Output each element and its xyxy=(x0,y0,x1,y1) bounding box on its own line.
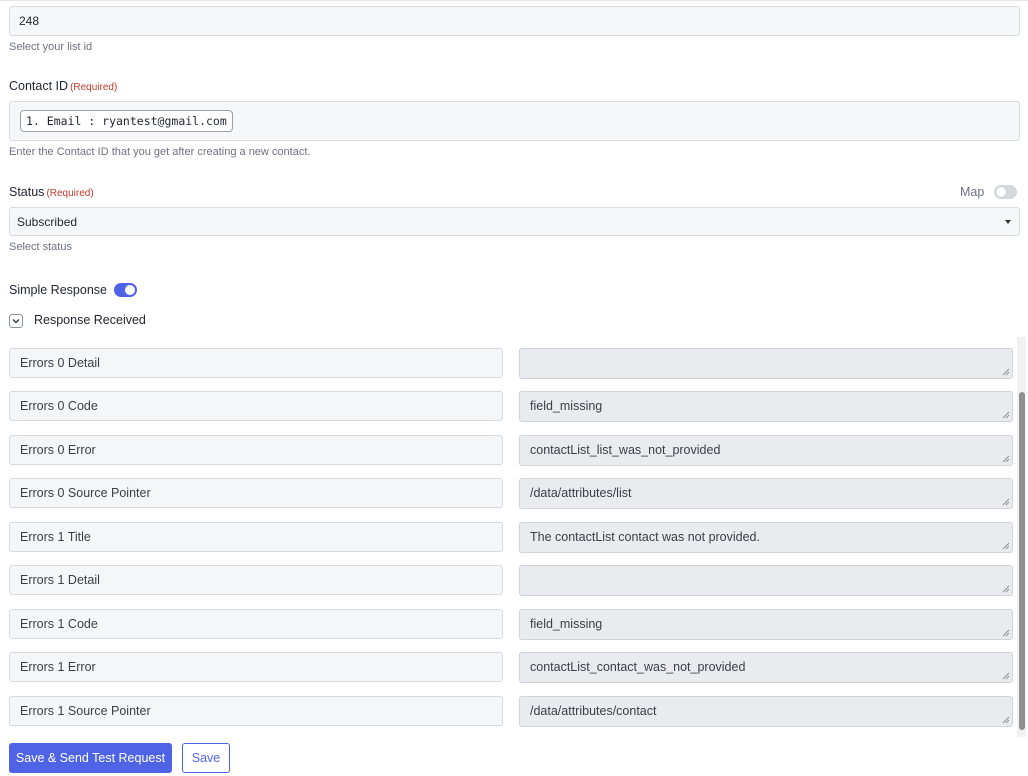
response-key: Errors 0 Error xyxy=(9,435,503,465)
chevron-down-icon xyxy=(12,319,20,324)
response-value[interactable]: field_missing xyxy=(519,391,1013,422)
response-received-label: Response Received xyxy=(34,313,146,327)
status-label: Status (Required) xyxy=(9,185,94,199)
response-key: Errors 1 Code xyxy=(9,609,503,639)
response-received-collapse-button[interactable] xyxy=(9,314,23,328)
contact-id-label: Contact ID (Required) xyxy=(9,79,117,93)
response-value[interactable]: /data/attributes/contact xyxy=(519,696,1013,727)
response-key: Errors 1 Title xyxy=(9,522,503,552)
response-key: Errors 1 Error xyxy=(9,652,503,682)
simple-response-toggle[interactable] xyxy=(114,283,137,297)
map-label: Map xyxy=(960,185,985,199)
response-value[interactable]: field_missing xyxy=(519,609,1013,640)
response-value-text: field_missing xyxy=(530,399,603,413)
resize-grip-icon[interactable] xyxy=(1002,672,1010,680)
response-key: Errors 1 Detail xyxy=(9,565,503,595)
response-value[interactable]: The contactList contact was not provided… xyxy=(519,522,1013,553)
response-value-text: contactList_list_was_not_provided xyxy=(530,443,721,457)
response-value-text: /data/attributes/contact xyxy=(530,704,657,718)
resize-grip-icon[interactable] xyxy=(1002,716,1010,724)
status-selected-value: Subscribed xyxy=(17,215,78,229)
save-button[interactable]: Save xyxy=(182,743,230,773)
response-key: Errors 0 Code xyxy=(9,391,503,421)
required-marker: (Required) xyxy=(46,188,94,199)
contact-id-input[interactable]: 1. Email : ryantest@gmail.com xyxy=(9,101,1020,141)
top-divider xyxy=(0,0,1028,1)
contact-id-label-text: Contact ID xyxy=(9,79,69,93)
response-value[interactable]: contactList_contact_was_not_provided xyxy=(519,652,1013,683)
response-value[interactable]: /data/attributes/list xyxy=(519,478,1013,509)
mapped-field-pill[interactable]: 1. Email : ryantest@gmail.com xyxy=(20,110,233,132)
simple-response-label: Simple Response xyxy=(9,283,107,297)
response-scrollbar-thumb[interactable] xyxy=(1019,392,1025,730)
response-key: Errors 1 Source Pointer xyxy=(9,696,503,726)
map-toggle[interactable] xyxy=(994,185,1017,199)
response-value-text: contactList_contact_was_not_provided xyxy=(530,660,746,674)
list-id-value: 248 xyxy=(19,14,40,28)
resize-grip-icon[interactable] xyxy=(1002,411,1010,419)
contact-id-hint: Enter the Contact ID that you get after … xyxy=(9,146,311,158)
list-id-input[interactable]: 248 xyxy=(9,6,1020,36)
response-value[interactable] xyxy=(519,348,1013,379)
resize-grip-icon[interactable] xyxy=(1002,455,1010,463)
caret-down-icon xyxy=(1005,220,1011,224)
simple-response-toggle-knob xyxy=(125,285,135,295)
status-select[interactable]: Subscribed xyxy=(9,207,1020,236)
response-key: Errors 0 Detail xyxy=(9,348,503,378)
response-value-text: The contactList contact was not provided… xyxy=(530,530,760,544)
status-hint: Select status xyxy=(9,241,72,253)
resize-grip-icon[interactable] xyxy=(1002,629,1010,637)
resize-grip-icon[interactable] xyxy=(1002,542,1010,550)
required-marker: (Required) xyxy=(70,82,118,93)
response-key: Errors 0 Source Pointer xyxy=(9,478,503,508)
list-id-hint: Select your list id xyxy=(9,41,93,53)
response-value-text: field_missing xyxy=(530,617,603,631)
save-and-send-test-request-button[interactable]: Save & Send Test Request xyxy=(9,743,172,773)
resize-grip-icon[interactable] xyxy=(1002,585,1010,593)
response-value-text: /data/attributes/list xyxy=(530,486,632,500)
resize-grip-icon[interactable] xyxy=(1002,498,1010,506)
response-value[interactable]: contactList_list_was_not_provided xyxy=(519,435,1013,466)
status-label-text: Status xyxy=(9,185,45,199)
map-toggle-knob xyxy=(996,187,1006,197)
response-value[interactable] xyxy=(519,565,1013,596)
resize-grip-icon[interactable] xyxy=(1002,368,1010,376)
